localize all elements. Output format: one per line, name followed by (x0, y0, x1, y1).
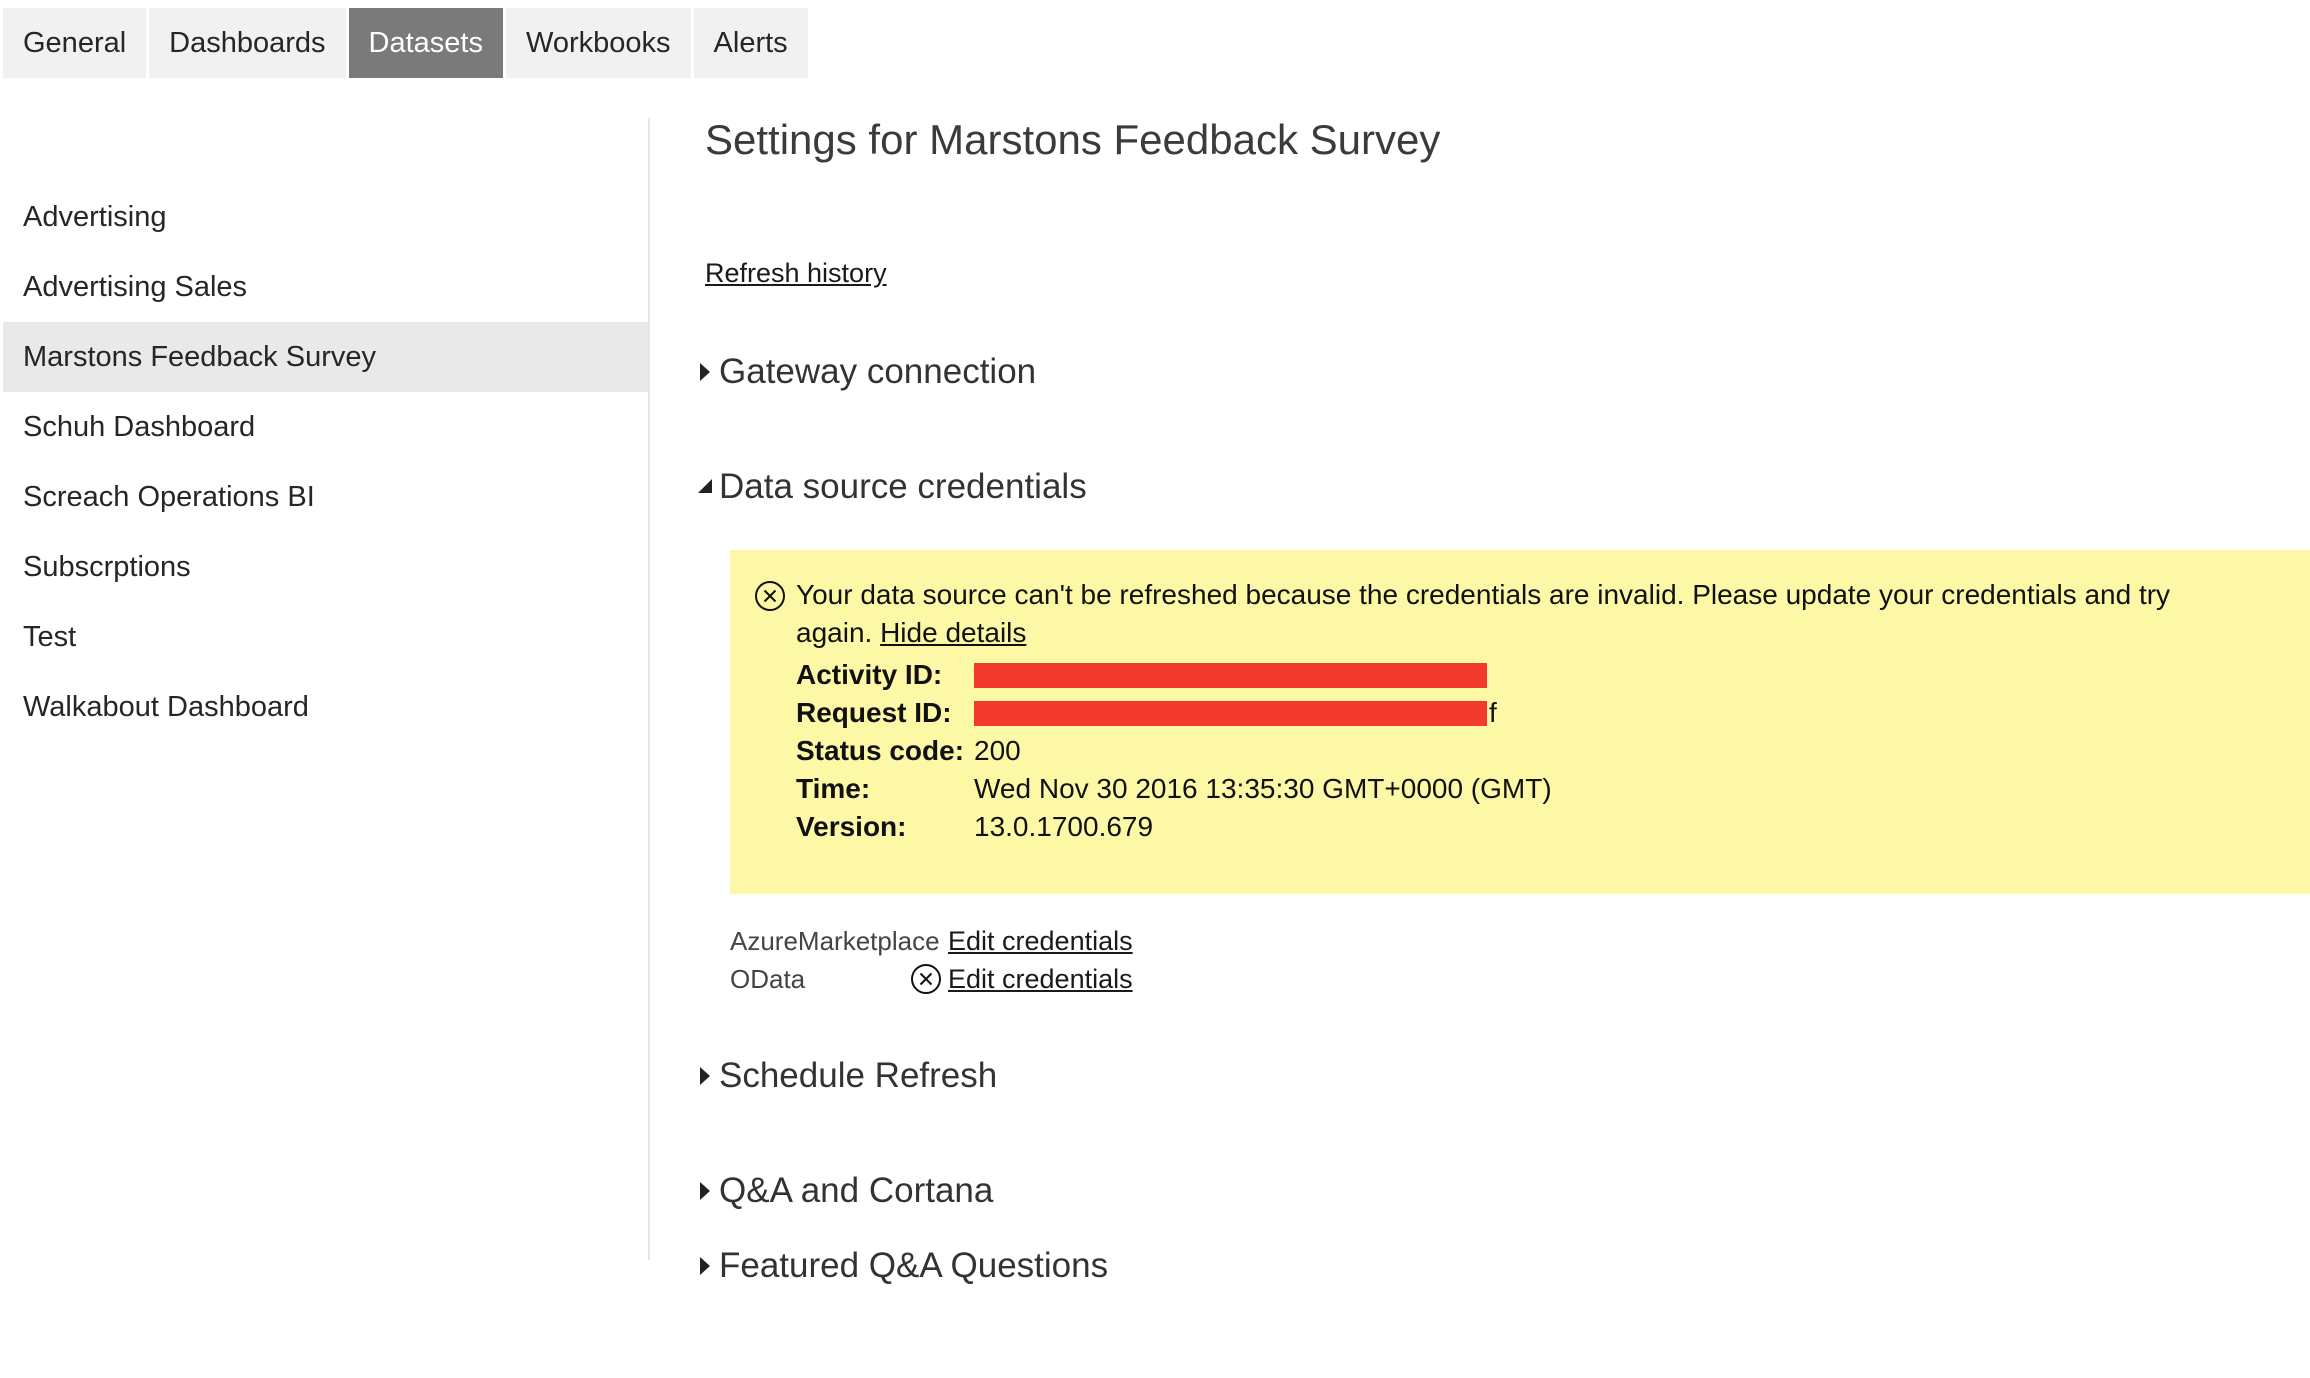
detail-label: Time: (796, 773, 871, 804)
detail-request-id: Request ID: f (796, 694, 2290, 732)
triangle-down-icon (698, 479, 712, 493)
section-featured-qa-questions[interactable]: Featured Q&A Questions (697, 1246, 1108, 1286)
detail-value: Wed Nov 30 2016 13:35:30 GMT+0000 (GMT) (974, 773, 1552, 804)
sidebar-item-marstons-feedback-survey[interactable]: Marstons Feedback Survey (3, 322, 648, 392)
edit-credentials-link[interactable]: Edit credentials (948, 964, 1133, 995)
edit-credentials-link[interactable]: Edit credentials (948, 926, 1133, 957)
detail-label: Request ID: (796, 697, 952, 728)
section-gateway-label: Gateway connection (719, 352, 1037, 391)
redacted-value (974, 662, 1487, 688)
detail-activity-id: Activity ID: (796, 656, 2290, 694)
detail-value: 200 (974, 735, 1021, 766)
triangle-right-icon (700, 363, 710, 381)
credential-row-odata: OData Edit credentials (730, 960, 1133, 998)
top-tab-bar: General Dashboards Datasets Workbooks Al… (3, 8, 808, 78)
sidebar-item-walkabout-dashboard[interactable]: Walkabout Dashboard (3, 672, 648, 742)
section-credentials-label: Data source credentials (719, 467, 1087, 506)
circle-x-icon (755, 581, 785, 611)
sidebar-item-schuh-dashboard[interactable]: Schuh Dashboard (3, 392, 648, 462)
error-details: Activity ID: Request ID: f Status code: … (796, 656, 2290, 846)
detail-label: Activity ID: (796, 659, 943, 690)
detail-value: f (1489, 697, 1497, 728)
sidebar-item-advertising[interactable]: Advertising (3, 182, 648, 252)
error-message: Your data source can't be refreshed beca… (796, 576, 2236, 652)
section-gateway-connection[interactable]: Gateway connection (697, 352, 1036, 392)
detail-version: Version: 13.0.1700.679 (796, 808, 2290, 846)
section-data-source-credentials[interactable]: Data source credentials (697, 467, 1087, 507)
sidebar-item-advertising-sales[interactable]: Advertising Sales (3, 252, 648, 322)
circle-x-icon (911, 964, 941, 994)
detail-time: Time: Wed Nov 30 2016 13:35:30 GMT+0000 … (796, 770, 2290, 808)
detail-value: 13.0.1700.679 (974, 811, 1154, 842)
settings-panel: Settings for Marstons Feedback Survey Re… (698, 0, 2310, 1378)
section-qa-and-cortana[interactable]: Q&A and Cortana (697, 1171, 993, 1211)
hide-details-link[interactable]: Hide details (880, 617, 1026, 648)
section-featured-label: Featured Q&A Questions (719, 1246, 1109, 1285)
detail-status-code: Status code: 200 (796, 732, 2290, 770)
credential-row-azuremarketplace: AzureMarketplace Edit credentials (730, 922, 1133, 960)
tab-general[interactable]: General (3, 8, 147, 78)
credential-name: AzureMarketplace (730, 925, 940, 956)
section-schedule-label: Schedule Refresh (719, 1056, 998, 1095)
section-schedule-refresh[interactable]: Schedule Refresh (697, 1056, 997, 1096)
triangle-right-icon (700, 1257, 710, 1275)
refresh-history-link[interactable]: Refresh history (705, 258, 887, 289)
redacted-value (974, 700, 1487, 726)
tab-datasets[interactable]: Datasets (348, 8, 503, 78)
credentials-error-banner: Your data source can't be refreshed beca… (730, 550, 2310, 894)
page-title: Settings for Marstons Feedback Survey (705, 116, 1441, 163)
sidebar-divider (648, 118, 650, 1260)
triangle-right-icon (700, 1182, 710, 1200)
dataset-list: Advertising Advertising Sales Marstons F… (3, 182, 648, 742)
tab-workbooks[interactable]: Workbooks (506, 8, 691, 78)
section-qa-label: Q&A and Cortana (719, 1171, 994, 1210)
tab-dashboards[interactable]: Dashboards (149, 8, 346, 78)
sidebar-item-test[interactable]: Test (3, 602, 648, 672)
triangle-right-icon (700, 1067, 710, 1085)
detail-label: Status code: (796, 735, 965, 766)
detail-label: Version: (796, 811, 907, 842)
sidebar-item-screach-operations-bi[interactable]: Screach Operations BI (3, 462, 648, 532)
sidebar-item-subscrptions[interactable]: Subscrptions (3, 532, 648, 602)
